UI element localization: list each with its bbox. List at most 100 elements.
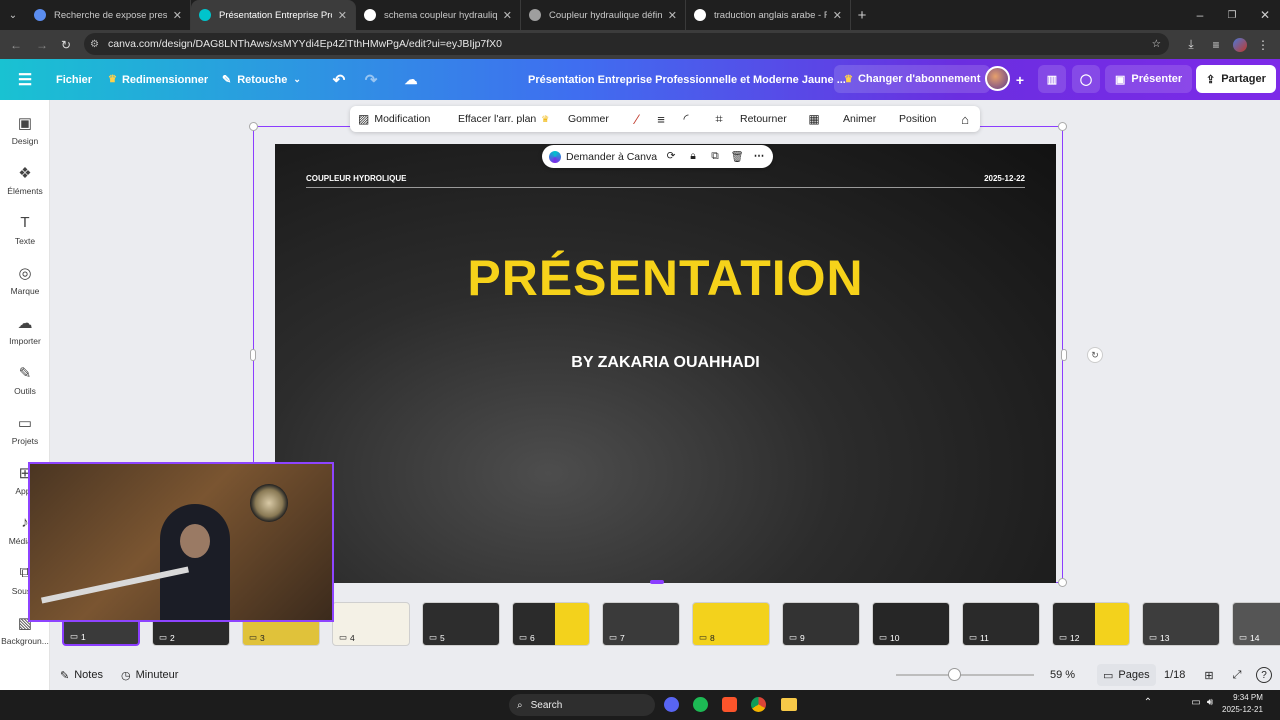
tab-close-icon[interactable]: ✕ [338,9,347,22]
download-icon[interactable]: ⤓ [1184,37,1198,52]
rotate-icon[interactable]: ↻ [1087,347,1103,363]
fullscreen-icon[interactable]: ⤢ [1230,662,1244,688]
resize-handle-top-right[interactable] [1058,122,1067,131]
tab-close-icon[interactable]: ✕ [503,9,512,22]
delete-icon[interactable]: 🗑︎ [730,150,744,163]
animate-button[interactable]: Animer [843,106,876,132]
sidebar-item-tools[interactable]: ✎ Outils [0,364,50,396]
corner-rounding-icon[interactable]: ◜ [679,106,693,132]
user-avatar[interactable] [985,66,1010,91]
browser-tab[interactable]: schema coupleur hydraulique - ✕ [356,0,521,30]
page-thumbnail[interactable]: ▭ 5 [422,602,500,646]
share-button[interactable]: ⇪ Partager [1196,65,1276,93]
design-title[interactable]: Présentation Entreprise Professionnelle … [528,59,846,100]
browser-tab[interactable]: traduction anglais arabe - Rech ✕ [686,0,851,30]
slide-header-right[interactable]: 2025-12-22 [984,174,1025,183]
help-icon[interactable]: ? [1256,667,1272,683]
resize-handle-right[interactable] [1061,349,1067,361]
taskbar-search[interactable]: ⌕ Search [509,694,655,716]
sidebar-item-text[interactable]: T Texte [0,214,50,246]
pages-button[interactable]: ▭ Pages [1097,664,1156,686]
page-thumbnail[interactable]: ▭ 10 [872,602,950,646]
page-thumbnail[interactable]: ▭ 8 [692,602,770,646]
tab-close-icon[interactable]: ✕ [833,9,842,22]
page-thumbnail[interactable]: ▭ 14 [1232,602,1280,646]
erase-button[interactable]: Gommer [568,106,609,132]
discord-icon[interactable] [664,697,679,712]
page-thumbnail[interactable]: ▭ 4 [332,602,410,646]
cloud-saved-icon[interactable]: ☁ [402,59,420,100]
browser-tab[interactable]: Recherche de expose presentat ✕ [26,0,191,30]
comment-add-icon[interactable]: ⟳ [664,150,678,162]
page-thumbnail[interactable]: ▭ 9 [782,602,860,646]
start-button[interactable] [484,697,500,713]
main-menu-icon[interactable]: ☰ [16,59,34,100]
zoom-knob[interactable] [947,668,961,681]
position-button[interactable]: Position [899,106,936,132]
back-icon[interactable]: ← [8,38,24,52]
sidebar-item-brand[interactable]: ◎ Marque [0,264,50,296]
redo-icon[interactable]: ↷ [363,59,379,100]
tray-chevron-icon[interactable]: ⌃ [1142,697,1154,708]
tab-close-icon[interactable]: ✕ [668,9,677,22]
bookmark-star-icon[interactable]: ☆ [1152,38,1161,50]
notes-button[interactable]: ✎ Notes [60,662,103,688]
restore-icon[interactable]: ❐ [1224,0,1240,30]
brave-icon[interactable] [722,697,737,712]
zoom-slider[interactable] [896,662,1034,688]
ask-canva-button[interactable]: Demander à Canva [549,145,657,168]
page-thumbnail[interactable]: ▭ 13 [1142,602,1220,646]
browser-menu-icon[interactable]: ⋮ [1257,38,1269,52]
profile-avatar[interactable] [1233,38,1247,52]
url-field[interactable]: ⚙ canva.com/design/DAG8LNThAws/xsMYYdi4E… [84,33,1169,55]
slide-subtitle[interactable]: BY ZAKARIA OUAHHADI [275,354,1056,372]
taskbar-clock[interactable]: 9:34 PM 2025-12-21 [1222,692,1263,716]
add-collaborator-icon[interactable]: + [1013,59,1027,100]
retouch-button[interactable]: ✎ Retouche ⌄ [222,59,301,100]
edit-image-button[interactable]: ▨ Modification [358,106,430,132]
file-explorer-icon[interactable] [781,698,797,711]
page-thumbnail[interactable]: ▭ 6 [512,602,590,646]
slide-canvas[interactable]: COUPLEUR HYDROLIQUE 2025-12-22 PRÉSENTAT… [275,144,1056,583]
tray-volume-icon[interactable]: 🔊︎ [1204,697,1216,708]
site-info-icon[interactable]: ⚙ [90,39,99,50]
duplicate-icon[interactable]: ⧉ [708,150,722,163]
page-thumbnail[interactable]: ▭ 7 [602,602,680,646]
comments-icon[interactable]: ◯ [1072,65,1100,93]
page-count[interactable]: 1/18 [1164,662,1185,688]
remove-background-button[interactable]: Effacer l'arr. plan ♛ [458,106,549,132]
border-style-icon[interactable]: ≡ [654,106,668,132]
forward-icon[interactable]: → [34,38,50,52]
slide-header-left[interactable]: COUPLEUR HYDROLIQUE [306,174,406,183]
resize-handle-left[interactable] [250,349,256,361]
flip-button[interactable]: Retourner [740,106,787,132]
zoom-level[interactable]: 59 % [1050,662,1075,688]
upgrade-button[interactable]: ♛ Changer d'abonnement [834,65,991,93]
file-menu[interactable]: Fichier [56,59,92,100]
bottom-drag-handle[interactable] [650,580,664,584]
resize-handle-top-left[interactable] [249,122,258,131]
undo-icon[interactable]: ↶ [331,59,347,100]
lock-icon[interactable]: 🔒︎ [686,150,700,163]
reload-icon[interactable]: ↻ [58,38,74,52]
media-control-icon[interactable]: ≡ [1209,38,1223,52]
spotify-icon[interactable] [693,697,708,712]
sidebar-item-elements[interactable]: ❖ Éléments [0,164,50,196]
more-options-icon[interactable]: ⋯ [752,150,766,162]
resize-button[interactable]: ♛ Redimensionner [108,59,208,100]
present-button[interactable]: ▣ Présenter [1105,65,1193,93]
timer-button[interactable]: ◷ Minuteur [121,662,178,688]
transparency-icon[interactable]: ▦ [807,106,821,132]
sidebar-item-folder[interactable]: ▭ Projets [0,414,50,446]
tray-network-icon[interactable]: ▭ [1190,697,1202,708]
slide-title[interactable]: PRÉSENTATION [275,249,1056,307]
new-tab-icon[interactable]: + [851,0,873,30]
crop-icon[interactable]: ⌗ [712,106,726,132]
sidebar-item-design[interactable]: ▣ Design [0,114,50,146]
sidebar-item-upload[interactable]: ☁ Importer [0,314,50,346]
tab-close-icon[interactable]: ✕ [173,9,182,22]
browser-tab[interactable]: Présentation Entreprise Profess ✕ [191,0,356,30]
minimize-icon[interactable]: – [1192,0,1208,30]
chrome-icon[interactable] [751,697,766,712]
close-window-icon[interactable]: ✕ [1257,0,1273,30]
